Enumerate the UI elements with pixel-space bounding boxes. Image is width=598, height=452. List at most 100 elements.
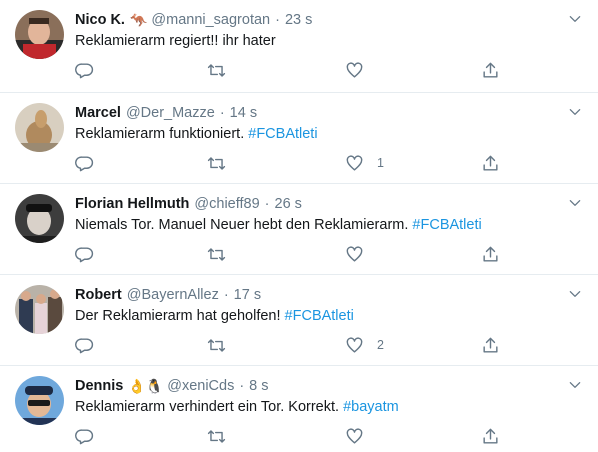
- tweet[interactable]: Dennis 👌🐧 @xeniCds · 8 s Reklamierarm ve…: [0, 366, 598, 452]
- tweet-actions: [75, 60, 505, 80]
- reply-button[interactable]: [75, 426, 94, 446]
- retweet-button[interactable]: [207, 153, 226, 173]
- display-name[interactable]: Florian Hellmuth: [75, 196, 189, 212]
- reply-button[interactable]: [75, 335, 94, 355]
- hashtag-link[interactable]: #FCBAtleti: [285, 308, 354, 324]
- like-icon: [345, 245, 364, 264]
- retweet-icon: [207, 336, 226, 355]
- tweet-body: Der Reklamierarm hat geholfen!: [75, 308, 285, 324]
- share-icon: [481, 336, 500, 355]
- share-button[interactable]: [481, 153, 500, 173]
- share-icon: [481, 154, 500, 173]
- display-name[interactable]: Robert: [75, 287, 122, 303]
- tweet-actions: 1: [75, 153, 505, 173]
- avatar[interactable]: [15, 194, 64, 243]
- tweet-feed: Nico K. 🦘 @manni_sagrotan · 23 s Reklami…: [0, 0, 598, 452]
- reply-icon: [75, 245, 94, 264]
- reply-icon: [75, 336, 94, 355]
- tweet[interactable]: Florian Hellmuth @chieff89 · 26 s Niemal…: [0, 184, 598, 275]
- user-handle[interactable]: @BayernAllez: [127, 287, 219, 303]
- ok-hand-penguin-emoji-icon: 👌🐧: [128, 377, 164, 394]
- retweet-icon: [207, 245, 226, 264]
- like-count: 1: [377, 156, 384, 170]
- avatar[interactable]: [15, 103, 64, 152]
- user-handle[interactable]: @chieff89: [194, 196, 259, 212]
- like-button[interactable]: [345, 60, 377, 80]
- user-handle[interactable]: @manni_sagrotan: [151, 12, 270, 28]
- reply-icon: [75, 61, 94, 80]
- tweet-body: Reklamierarm regiert!! ihr hater: [75, 33, 276, 49]
- share-icon: [481, 427, 500, 446]
- tweet-header: Marcel @Der_Mazze · 14 s: [75, 103, 257, 123]
- share-icon: [481, 245, 500, 264]
- tweet[interactable]: Nico K. 🦘 @manni_sagrotan · 23 s Reklami…: [0, 0, 598, 93]
- timestamp[interactable]: 8 s: [249, 378, 268, 394]
- tweet-header: Dennis 👌🐧 @xeniCds · 8 s: [75, 376, 269, 396]
- separator-dot: ·: [223, 287, 229, 303]
- tweet-header: Nico K. 🦘 @manni_sagrotan · 23 s: [75, 10, 312, 30]
- like-button[interactable]: [345, 426, 377, 446]
- timestamp[interactable]: 17 s: [234, 287, 261, 303]
- retweet-button[interactable]: [207, 60, 226, 80]
- reply-button[interactable]: [75, 244, 94, 264]
- hashtag-link[interactable]: #FCBAtleti: [248, 126, 317, 142]
- tweet-header: Robert @BayernAllez · 17 s: [75, 285, 261, 305]
- share-button[interactable]: [481, 335, 500, 355]
- display-name[interactable]: Nico K.: [75, 12, 125, 28]
- separator-dot: ·: [264, 196, 270, 212]
- tweet[interactable]: Robert @BayernAllez · 17 s Der Reklamier…: [0, 275, 598, 366]
- separator-dot: ·: [239, 378, 245, 394]
- user-handle[interactable]: @Der_Mazze: [126, 105, 215, 121]
- reply-icon: [75, 154, 94, 173]
- tweet-body: Reklamierarm funktioniert.: [75, 126, 249, 142]
- caret-down-icon[interactable]: [566, 103, 584, 121]
- tweet-text: Reklamierarm funktioniert. #FCBAtleti: [75, 126, 318, 142]
- tweet-body: Reklamierarm verhindert ein Tor. Korrekt…: [75, 399, 344, 415]
- tweet-body: Niemals Tor. Manuel Neuer hebt den Rekla…: [75, 217, 413, 233]
- avatar[interactable]: [15, 285, 64, 334]
- avatar[interactable]: [15, 376, 64, 425]
- retweet-icon: [207, 427, 226, 446]
- caret-down-icon[interactable]: [566, 194, 584, 212]
- retweet-icon: [207, 61, 226, 80]
- tweet-text: Reklamierarm verhindert ein Tor. Korrekt…: [75, 399, 399, 415]
- hashtag-link[interactable]: #FCBAtleti: [412, 217, 481, 233]
- like-count: 2: [377, 338, 384, 352]
- caret-down-icon[interactable]: [566, 10, 584, 28]
- share-button[interactable]: [481, 60, 500, 80]
- like-button[interactable]: 2: [345, 335, 384, 355]
- timestamp[interactable]: 23 s: [285, 12, 312, 28]
- user-handle[interactable]: @xeniCds: [167, 378, 234, 394]
- display-name[interactable]: Dennis: [75, 378, 123, 394]
- timestamp[interactable]: 26 s: [275, 196, 302, 212]
- retweet-button[interactable]: [207, 426, 226, 446]
- reply-button[interactable]: [75, 60, 94, 80]
- like-button[interactable]: [345, 244, 377, 264]
- caret-down-icon[interactable]: [566, 285, 584, 303]
- hashtag-link[interactable]: #bayatm: [343, 399, 399, 415]
- retweet-button[interactable]: [207, 244, 226, 264]
- tweet-actions: 2: [75, 335, 505, 355]
- tweet-header: Florian Hellmuth @chieff89 · 26 s: [75, 194, 302, 214]
- like-icon: [345, 154, 364, 173]
- share-icon: [481, 61, 500, 80]
- like-icon: [345, 427, 364, 446]
- tweet-actions: [75, 426, 505, 446]
- like-icon: [345, 61, 364, 80]
- reply-button[interactable]: [75, 153, 94, 173]
- share-button[interactable]: [481, 244, 500, 264]
- avatar[interactable]: [15, 10, 64, 59]
- timestamp[interactable]: 14 s: [230, 105, 257, 121]
- retweet-icon: [207, 154, 226, 173]
- tweet[interactable]: Marcel @Der_Mazze · 14 s Reklamierarm fu…: [0, 93, 598, 184]
- separator-dot: ·: [219, 105, 225, 121]
- tweet-text: Reklamierarm regiert!! ihr hater: [75, 33, 276, 49]
- separator-dot: ·: [275, 12, 280, 28]
- display-name[interactable]: Marcel: [75, 105, 121, 121]
- retweet-button[interactable]: [207, 335, 226, 355]
- tweet-text: Niemals Tor. Manuel Neuer hebt den Rekla…: [75, 217, 482, 233]
- kangaroo-emoji-icon: 🦘: [129, 11, 148, 28]
- like-button[interactable]: 1: [345, 153, 384, 173]
- caret-down-icon[interactable]: [566, 376, 584, 394]
- share-button[interactable]: [481, 426, 500, 446]
